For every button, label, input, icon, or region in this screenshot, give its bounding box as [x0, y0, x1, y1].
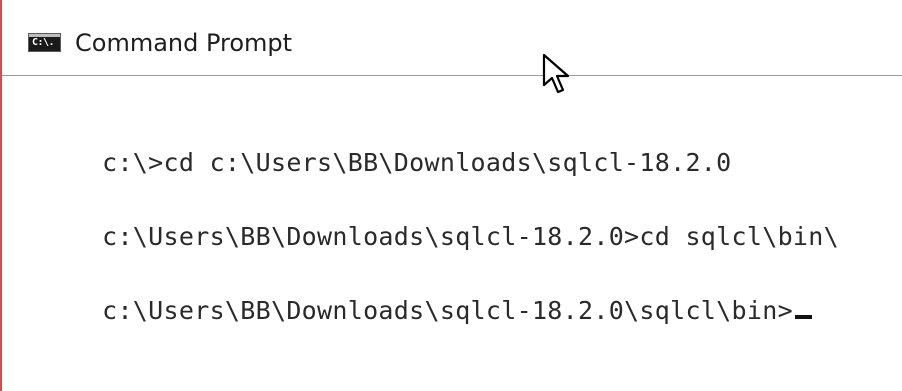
cmd-icon-label: C:\.	[32, 37, 55, 48]
text-caret	[794, 315, 812, 319]
console-line-text: c:\Users\BB\Downloads\sqlcl-18.2.0>cd sq…	[102, 222, 839, 251]
console-line: c:\Users\BB\Downloads\sqlcl-18.2.0\sqlcl…	[10, 266, 812, 356]
window-title: Command Prompt	[75, 29, 293, 57]
cmd-icon[interactable]: C:\.	[28, 33, 61, 52]
console-prompt-text: c:\Users\BB\Downloads\sqlcl-18.2.0\sqlcl…	[102, 296, 793, 325]
title-bar[interactable]: C:\. Command Prompt	[2, 0, 902, 76]
console-output[interactable]: c:\>cd c:\Users\BB\Downloads\sqlcl-18.2.…	[10, 76, 900, 391]
console-line-text: c:\>cd c:\Users\BB\Downloads\sqlcl-18.2.…	[102, 148, 732, 177]
command-prompt-window: C:\. Command Prompt c:\>cd c:\Users\BB\D…	[0, 0, 902, 391]
